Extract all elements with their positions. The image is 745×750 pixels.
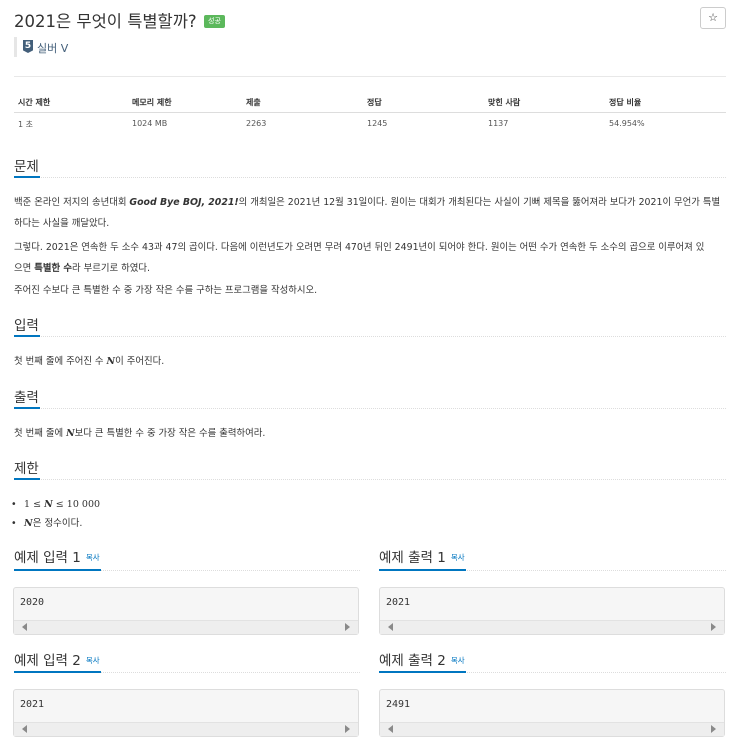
- section-divider: [14, 336, 726, 337]
- section-title-limit: 제한: [14, 461, 39, 477]
- horizontal-scrollbar[interactable]: [380, 620, 724, 634]
- value-ratio: 54.954%: [609, 119, 645, 128]
- table-header-divider: [14, 112, 726, 113]
- header-submissions: 제출: [246, 98, 261, 107]
- scroll-right-icon[interactable]: [345, 623, 350, 631]
- input-description: 첫 번째 줄에 주어진 수 N이 주어진다.: [14, 356, 165, 367]
- sample-output-1-title: 예제 출력 1 복사: [379, 550, 465, 566]
- copy-button[interactable]: 복사: [86, 553, 100, 562]
- limit-list: 1 ≤ N ≤ 10 000 N은 정수이다.: [11, 495, 100, 533]
- sample-output-1-box[interactable]: 2021: [379, 587, 725, 635]
- problem-title: 2021은 무엇이 특별할까?: [14, 12, 197, 31]
- tier-divider: [14, 37, 17, 57]
- status-badge: 성공: [204, 15, 225, 28]
- section-title-output: 출력: [14, 390, 39, 406]
- value-submissions: 2263: [246, 119, 267, 128]
- horizontal-scrollbar[interactable]: [14, 620, 358, 634]
- tier-label[interactable]: 실버 V: [37, 40, 68, 56]
- horizontal-scrollbar[interactable]: [14, 722, 358, 736]
- scroll-left-icon[interactable]: [388, 725, 393, 733]
- scroll-left-icon[interactable]: [388, 623, 393, 631]
- section-underline: [14, 671, 101, 673]
- section-divider: [14, 177, 726, 178]
- scroll-left-icon[interactable]: [22, 623, 27, 631]
- description-paragraph-1: 백준 온라인 저지의 송년대회 Good Bye BOJ, 2021!의 개최일…: [14, 197, 721, 229]
- sample-input-1-title: 예제 입력 1 복사: [14, 550, 100, 566]
- limit-item-range: 1 ≤ N ≤ 10 000: [11, 495, 100, 514]
- header-time-limit: 시간 제한: [18, 98, 51, 107]
- value-time-limit: 1 초: [18, 120, 33, 129]
- sample-input-1-value: 2020: [20, 597, 45, 608]
- value-memory-limit: 1024 MB: [132, 119, 168, 128]
- copy-button[interactable]: 복사: [451, 656, 465, 665]
- header-accepted: 정답: [367, 98, 382, 107]
- header-ratio: 정답 비율: [609, 98, 642, 107]
- header-divider: [14, 76, 726, 77]
- section-title-description: 문제: [14, 159, 39, 175]
- scroll-left-icon[interactable]: [22, 725, 27, 733]
- section-underline: [14, 569, 101, 571]
- scroll-right-icon[interactable]: [711, 623, 716, 631]
- section-underline: [379, 569, 466, 571]
- copy-button[interactable]: 복사: [451, 553, 465, 562]
- description-paragraph-3: 주어진 수보다 큰 특별한 수 중 가장 작은 수를 구하는 프로그램을 작성하…: [14, 285, 318, 296]
- section-underline: [379, 671, 466, 673]
- sample-input-2-title: 예제 입력 2 복사: [14, 653, 100, 669]
- sample-output-2-box[interactable]: 2491: [379, 689, 725, 737]
- section-underline: [14, 478, 40, 480]
- section-underline: [14, 335, 40, 337]
- sample-input-1-box[interactable]: 2020: [13, 587, 359, 635]
- sample-output-2-value: 2491: [386, 699, 411, 710]
- value-accepted: 1245: [367, 119, 388, 128]
- description-paragraph-2: 그렇다. 2021은 연속한 두 소수 43과 47의 곱이다. 다음에 이런년…: [14, 242, 705, 274]
- scroll-right-icon[interactable]: [345, 725, 350, 733]
- star-icon: ☆: [708, 12, 718, 24]
- scroll-right-icon[interactable]: [711, 725, 716, 733]
- star-button[interactable]: ☆: [700, 7, 726, 29]
- tier-icon: 5: [23, 40, 33, 53]
- output-description: 첫 번째 줄에 N보다 큰 특별한 수 중 가장 작은 수를 출력하여라.: [14, 428, 266, 439]
- header-memory-limit: 메모리 제한: [132, 98, 172, 107]
- section-title-input: 입력: [14, 318, 39, 334]
- sample-output-1-value: 2021: [386, 597, 411, 608]
- header-solvers: 맞힌 사람: [488, 98, 521, 107]
- sample-input-2-value: 2021: [20, 699, 45, 710]
- section-divider: [14, 408, 726, 409]
- section-underline: [14, 176, 40, 178]
- copy-button[interactable]: 복사: [86, 656, 100, 665]
- horizontal-scrollbar[interactable]: [380, 722, 724, 736]
- section-underline: [14, 407, 40, 409]
- value-solvers: 1137: [488, 119, 509, 128]
- sample-input-2-box[interactable]: 2021: [13, 689, 359, 737]
- section-divider: [14, 479, 726, 480]
- limit-item-integer: N은 정수이다.: [11, 514, 100, 533]
- sample-output-2-title: 예제 출력 2 복사: [379, 653, 465, 669]
